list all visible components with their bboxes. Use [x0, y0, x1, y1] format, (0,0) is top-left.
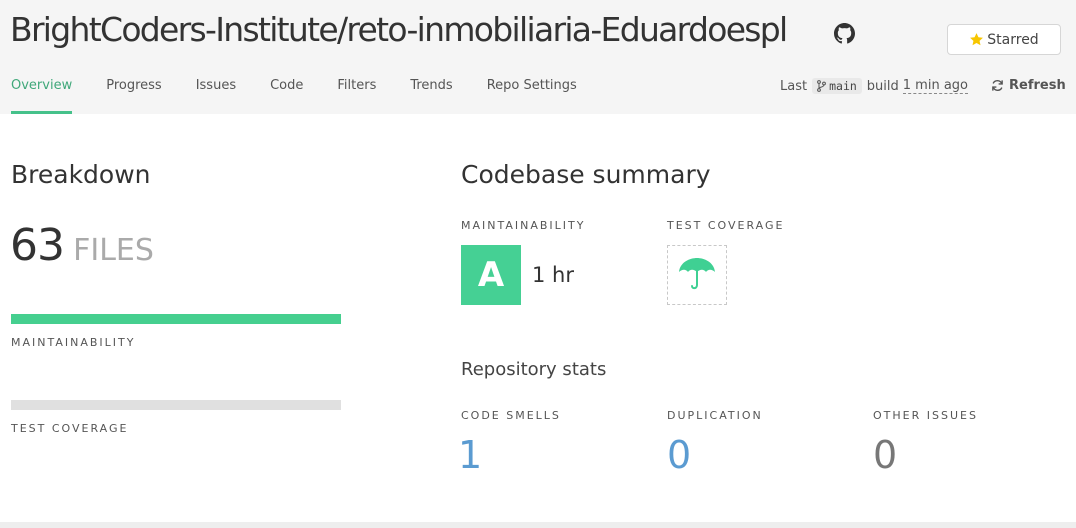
duplication-count[interactable]: 0 [667, 433, 691, 477]
star-button-label: Starred [987, 31, 1039, 48]
breakdown-title: Breakdown [11, 160, 151, 189]
branch-badge: main [812, 78, 862, 94]
tab-repo-settings[interactable]: Repo Settings [487, 78, 577, 114]
breakdown-test-coverage-label: TEST COVERAGE [11, 422, 129, 435]
other-issues-count: 0 [873, 433, 898, 477]
github-icon[interactable] [834, 23, 855, 44]
code-smells-count[interactable]: 1 [458, 433, 482, 477]
maintainability-bar-fill [11, 314, 341, 324]
umbrella-icon [679, 258, 715, 290]
maintainability-grade-badge[interactable]: A [461, 245, 521, 305]
build-status: Last main build 1 min ago [780, 78, 968, 94]
tab-filters[interactable]: Filters [337, 78, 376, 114]
refresh-button[interactable]: Refresh [991, 78, 1066, 93]
refresh-label: Refresh [1009, 78, 1066, 93]
codebase-summary-title: Codebase summary [461, 160, 711, 189]
other-issues-label: OTHER ISSUES [873, 409, 978, 422]
files-count: 63 FILES [10, 220, 154, 271]
maintainability-bar[interactable] [11, 314, 341, 324]
build-prefix: Last [780, 78, 808, 94]
summary-test-coverage-label: TEST COVERAGE [667, 219, 785, 232]
repository-stats-title: Repository stats [461, 359, 607, 380]
tab-progress[interactable]: Progress [106, 78, 161, 114]
tab-trends[interactable]: Trends [410, 78, 452, 114]
duplication-label: DUPLICATION [667, 409, 763, 422]
branch-name: main [829, 79, 857, 93]
footer-divider [0, 522, 1076, 528]
tab-code[interactable]: Code [270, 78, 303, 114]
test-coverage-bar[interactable] [11, 400, 341, 410]
code-smells-label: CODE SMELLS [461, 409, 561, 422]
technical-debt[interactable]: 1 hr [532, 263, 574, 287]
build-time-ago[interactable]: 1 min ago [902, 78, 968, 94]
summary-maintainability-label: MAINTAINABILITY [461, 219, 586, 232]
star-icon [970, 33, 984, 46]
breakdown-maintainability-label: MAINTAINABILITY [11, 336, 136, 349]
tab-overview[interactable]: Overview [11, 78, 73, 114]
files-label: FILES [73, 233, 154, 268]
repo-tabs: Overview Progress Issues Code Filters Tr… [11, 78, 611, 114]
repo-title: BrightCoders-Institute/reto-inmobiliaria… [10, 10, 788, 49]
star-button[interactable]: Starred [947, 24, 1061, 55]
build-middle: build [866, 78, 899, 94]
git-branch-icon [817, 80, 826, 92]
test-coverage-placeholder[interactable] [667, 245, 727, 305]
tab-issues[interactable]: Issues [196, 78, 236, 114]
refresh-icon [992, 80, 1003, 91]
repo-header: BrightCoders-Institute/reto-inmobiliaria… [0, 0, 1076, 114]
files-number: 63 [10, 220, 65, 271]
